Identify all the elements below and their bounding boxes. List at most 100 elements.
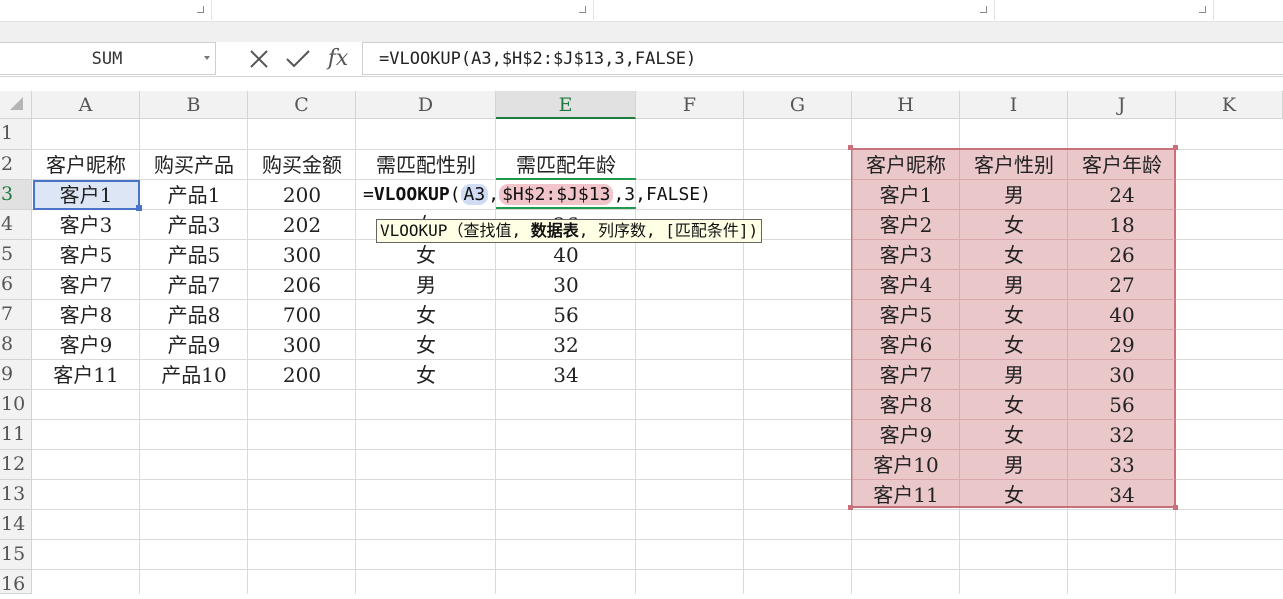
ref-cell[interactable]: 客户3 <box>852 240 960 270</box>
column-header-i[interactable]: I <box>960 91 1068 119</box>
ref-cell[interactable]: 客户1 <box>852 180 960 210</box>
row-header-1[interactable]: 1 <box>0 119 32 150</box>
ref-cell[interactable]: 40 <box>1068 300 1176 330</box>
cell-d5[interactable]: 女 <box>356 240 496 270</box>
cell-b7[interactable]: 产品8 <box>140 300 248 330</box>
cell-d9[interactable]: 女 <box>356 360 496 390</box>
cell-d7[interactable]: 女 <box>356 300 496 330</box>
row-header-12[interactable]: 12 <box>0 450 32 480</box>
row-header-2[interactable]: 2 <box>0 150 32 180</box>
cell-d8[interactable]: 女 <box>356 330 496 360</box>
chevron-down-icon[interactable] <box>204 56 210 60</box>
dialog-launcher-icon[interactable] <box>197 6 204 13</box>
ref-cell[interactable]: 客户4 <box>852 270 960 300</box>
cell-a3[interactable]: 客户1 <box>32 180 140 210</box>
ref-cell[interactable]: 24 <box>1068 180 1176 210</box>
column-header-g[interactable]: G <box>744 91 852 119</box>
ref-cell[interactable]: 客户2 <box>852 210 960 240</box>
row-header-16[interactable]: 16 <box>0 570 32 595</box>
cell-a4[interactable]: 客户3 <box>32 210 140 240</box>
ref-header-gender[interactable]: 客户性别 <box>960 150 1068 180</box>
column-header-f[interactable]: F <box>636 91 744 119</box>
ref-cell[interactable]: 女 <box>960 390 1068 420</box>
ref-cell[interactable]: 客户11 <box>852 480 960 510</box>
cell-d6[interactable]: 男 <box>356 270 496 300</box>
column-header-j[interactable]: J <box>1068 91 1176 119</box>
cell-e9[interactable]: 34 <box>496 360 636 390</box>
cell-d2[interactable]: 需匹配性别 <box>356 150 496 180</box>
cell-c9[interactable]: 200 <box>248 360 356 390</box>
cell-e6[interactable]: 30 <box>496 270 636 300</box>
ref-cell[interactable]: 男 <box>960 180 1068 210</box>
cell-b6[interactable]: 产品7 <box>140 270 248 300</box>
function-argument-tooltip[interactable]: VLOOKUP（查找值, 数据表, 列序数, [匹配条件]) <box>376 219 763 243</box>
ref-cell[interactable]: 32 <box>1068 420 1176 450</box>
cell-e7[interactable]: 56 <box>496 300 636 330</box>
row-header-15[interactable]: 15 <box>0 540 32 570</box>
cell-e8[interactable]: 32 <box>496 330 636 360</box>
ref-header-nickname[interactable]: 客户昵称 <box>852 150 960 180</box>
ref-cell[interactable]: 女 <box>960 330 1068 360</box>
cell-b2[interactable]: 购买产品 <box>140 150 248 180</box>
row-header-13[interactable]: 13 <box>0 480 32 510</box>
ref-cell[interactable]: 34 <box>1068 480 1176 510</box>
ref-cell[interactable]: 女 <box>960 210 1068 240</box>
dialog-launcher-icon[interactable] <box>579 6 586 13</box>
formula-arg-table-array[interactable]: $H$2:$J$13 <box>499 184 614 205</box>
ref-cell[interactable]: 客户7 <box>852 360 960 390</box>
ref-cell[interactable]: 29 <box>1068 330 1176 360</box>
ref-cell[interactable]: 26 <box>1068 240 1176 270</box>
row-header-14[interactable]: 14 <box>0 510 32 540</box>
check-icon[interactable] <box>283 44 313 74</box>
ref-cell[interactable]: 客户6 <box>852 330 960 360</box>
name-box[interactable]: SUM <box>0 42 216 75</box>
row-header-8[interactable]: 8 <box>0 330 32 360</box>
column-header-c[interactable]: C <box>248 91 356 119</box>
cell-c4[interactable]: 202 <box>248 210 356 240</box>
ref-cell[interactable]: 30 <box>1068 360 1176 390</box>
cell-c2[interactable]: 购买金额 <box>248 150 356 180</box>
cell-b5[interactable]: 产品5 <box>140 240 248 270</box>
row-header-3[interactable]: 3 <box>0 180 32 210</box>
row-header-6[interactable]: 6 <box>0 270 32 300</box>
ref-cell[interactable]: 18 <box>1068 210 1176 240</box>
ref-cell[interactable]: 33 <box>1068 450 1176 480</box>
cell-a5[interactable]: 客户5 <box>32 240 140 270</box>
cell-b4[interactable]: 产品3 <box>140 210 248 240</box>
ref-cell[interactable]: 男 <box>960 270 1068 300</box>
ref-cell[interactable]: 女 <box>960 300 1068 330</box>
ref-header-age[interactable]: 客户年龄 <box>1068 150 1176 180</box>
cell-c6[interactable]: 206 <box>248 270 356 300</box>
dialog-launcher-icon[interactable] <box>980 6 987 13</box>
column-header-a[interactable]: A <box>32 91 140 119</box>
cell-a8[interactable]: 客户9 <box>32 330 140 360</box>
ref-cell[interactable]: 女 <box>960 420 1068 450</box>
cell-b9[interactable]: 产品10 <box>140 360 248 390</box>
tooltip-function-name[interactable]: VLOOKUP <box>380 221 447 240</box>
cell-c7[interactable]: 700 <box>248 300 356 330</box>
dialog-launcher-icon[interactable] <box>1199 6 1206 13</box>
row-header-5[interactable]: 5 <box>0 240 32 270</box>
ref-cell[interactable]: 56 <box>1068 390 1176 420</box>
ref-cell[interactable]: 客户10 <box>852 450 960 480</box>
ref-cell[interactable]: 女 <box>960 240 1068 270</box>
cell-a2[interactable]: 客户昵称 <box>32 150 140 180</box>
cell-a6[interactable]: 客户7 <box>32 270 140 300</box>
in-cell-formula-editor[interactable]: =VLOOKUP(A3, $H$2:$J$13,3,FALSE) <box>363 180 711 210</box>
ref-cell[interactable]: 女 <box>960 480 1068 510</box>
row-header-9[interactable]: 9 <box>0 360 32 390</box>
column-header-d[interactable]: D <box>356 91 496 119</box>
row-header-4[interactable]: 4 <box>0 210 32 240</box>
formula-arg-lookup-value[interactable]: A3 <box>460 184 489 205</box>
formula-input[interactable]: =VLOOKUP(A3,$H$2:$J$13,3,FALSE) <box>362 42 1283 75</box>
cell-e2[interactable]: 需匹配年龄 <box>496 150 636 180</box>
column-header-e[interactable]: E <box>496 91 636 119</box>
row-header-7[interactable]: 7 <box>0 300 32 330</box>
cell-c8[interactable]: 300 <box>248 330 356 360</box>
ref-cell[interactable]: 男 <box>960 450 1068 480</box>
cell-e5[interactable]: 40 <box>496 240 636 270</box>
column-header-k[interactable]: K <box>1176 91 1283 119</box>
cell-b3[interactable]: 产品1 <box>140 180 248 210</box>
cell-b8[interactable]: 产品9 <box>140 330 248 360</box>
cell-a7[interactable]: 客户8 <box>32 300 140 330</box>
